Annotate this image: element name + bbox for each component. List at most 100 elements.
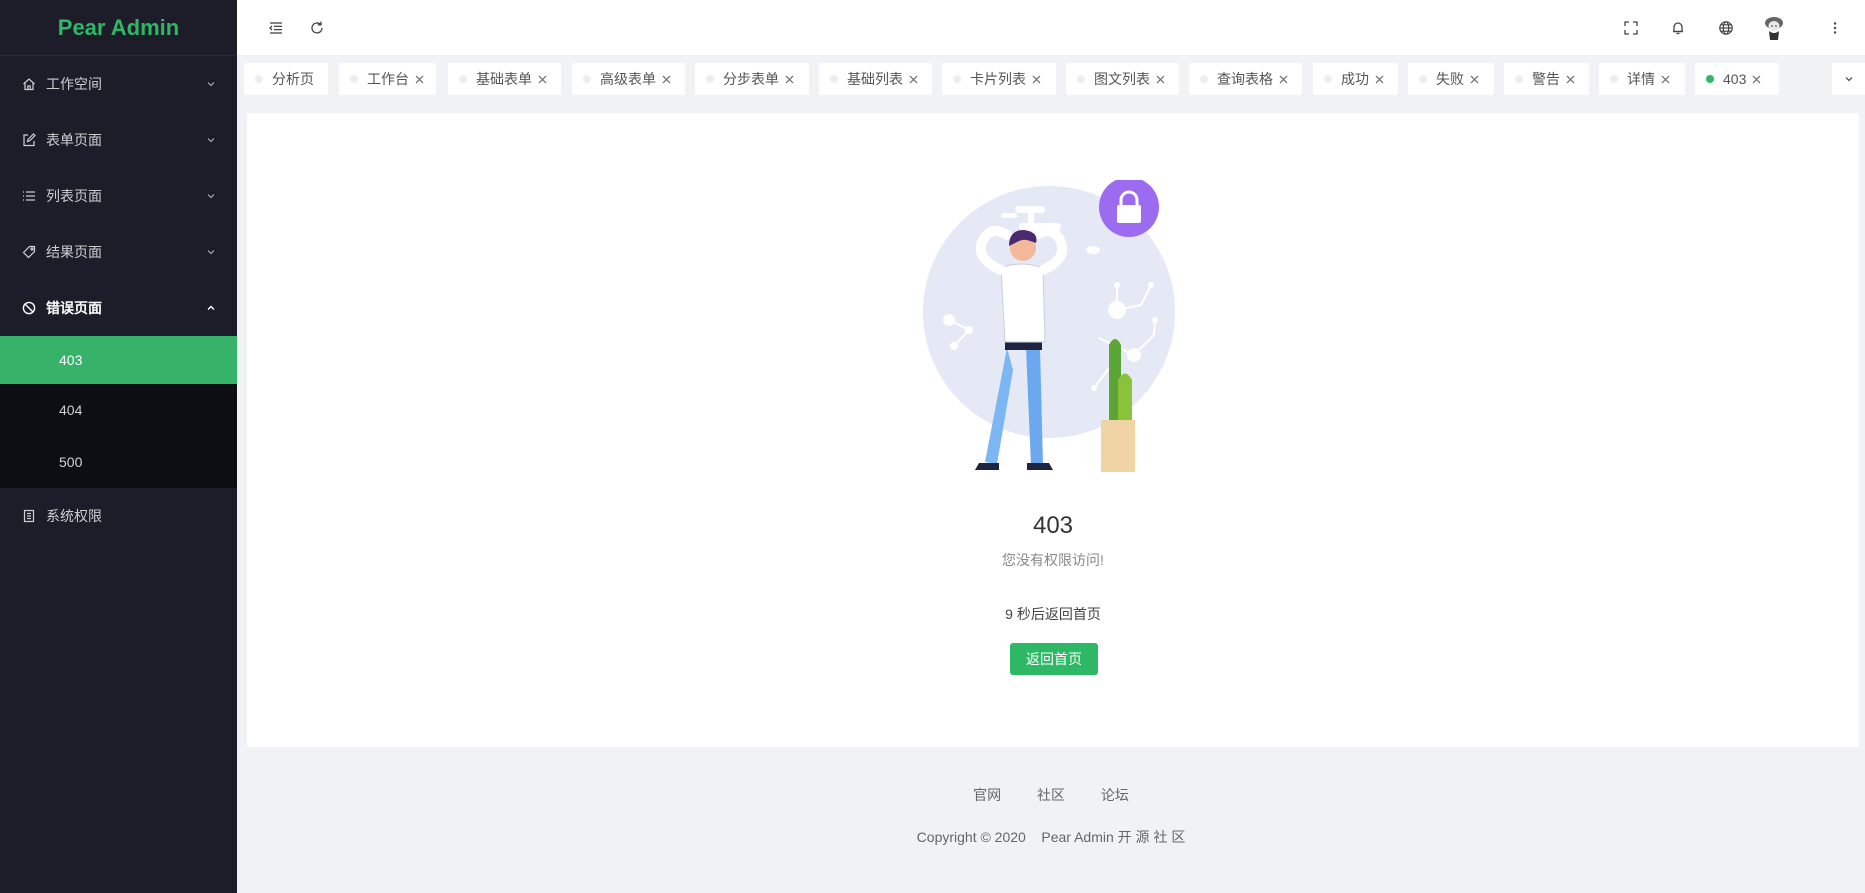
tab-analysis[interactable]: 分析页 (244, 63, 328, 95)
bell-icon[interactable] (1666, 16, 1690, 40)
close-icon[interactable] (661, 74, 672, 85)
tab-detail[interactable]: 详情 (1599, 63, 1685, 95)
sidebar-item-results[interactable]: 结果页面 (0, 224, 237, 280)
close-icon[interactable] (784, 74, 795, 85)
tab-image-list[interactable]: 图文列表 (1066, 63, 1179, 95)
chevron-down-icon (207, 82, 215, 87)
sidebar-item-label: 错误页面 (46, 300, 102, 316)
footer-link-community[interactable]: 社区 (1037, 787, 1065, 803)
globe-icon[interactable] (1714, 16, 1738, 40)
brand-logo[interactable]: Pear Admin (0, 0, 237, 56)
sidebar-item-403[interactable]: 403 (0, 336, 237, 384)
tab-status-dot (583, 75, 591, 83)
sidebar-item-500[interactable]: 500 (0, 436, 237, 488)
tab-label: 基础表单 (476, 71, 532, 87)
tab-label: 查询表格 (1217, 71, 1273, 87)
forbidden-icon (21, 300, 37, 316)
sidebar-item-label: 系统权限 (46, 508, 102, 524)
tab-status-dot (1200, 75, 1208, 83)
tab-card-list[interactable]: 卡片列表 (942, 63, 1056, 95)
sidebar-item-lists[interactable]: 列表页面 (0, 168, 237, 224)
tab-status-dot (1324, 75, 1332, 83)
tab-403[interactable]: 403 (1695, 63, 1779, 95)
tab-basic-form[interactable]: 基础表单 (448, 63, 561, 95)
copyright: Copyright © 2020 Pear Admin 开 源 社 区 (916, 829, 1186, 845)
tab-warning[interactable]: 警告 (1504, 63, 1589, 95)
tab-label: 分析页 (272, 71, 314, 87)
tab-basic-list[interactable]: 基础列表 (819, 63, 932, 95)
footer-links: 官网 社区 论坛 (237, 785, 1865, 805)
tab-advanced-form[interactable]: 高级表单 (572, 63, 685, 95)
sidebar-item-label: 结果页面 (46, 244, 102, 260)
sidebar: Pear Admin 工作空间 表单页面 列表页面 结果页面 错误页面 403 … (0, 0, 237, 893)
sidebar-item-forms[interactable]: 表单页面 (0, 112, 237, 168)
error-submenu: 403 404 500 (0, 336, 237, 488)
close-icon[interactable] (1374, 74, 1385, 85)
tab-label: 工作台 (367, 71, 409, 87)
tab-fail[interactable]: 失败 (1408, 63, 1494, 95)
home-icon (21, 76, 37, 92)
sidebar-item-workspace[interactable]: 工作空间 (0, 56, 237, 112)
sidebar-item-label: 工作空间 (46, 76, 102, 92)
footer-link-forum[interactable]: 论坛 (1101, 787, 1129, 803)
tab-status-dot (1077, 75, 1085, 83)
chevron-down-icon (207, 138, 215, 143)
fullscreen-icon[interactable] (1619, 16, 1643, 40)
tab-bar: 分析页 工作台 基础表单 高级表单 分步表单 基础列表 卡片列表 图文列表 查询… (237, 56, 1865, 104)
tab-label: 基础列表 (847, 71, 903, 87)
tab-label: 成功 (1341, 71, 1369, 87)
tab-workbench[interactable]: 工作台 (339, 63, 436, 95)
sidebar-item-label: 列表页面 (46, 188, 102, 204)
tab-status-dot (1419, 75, 1427, 83)
more-vertical-icon[interactable] (1823, 16, 1847, 40)
close-icon[interactable] (908, 74, 919, 85)
tab-label: 卡片列表 (970, 71, 1026, 87)
menu-collapse-icon[interactable] (264, 16, 288, 40)
sidebar-item-label: 表单页面 (46, 132, 102, 148)
tab-label: 详情 (1627, 71, 1655, 87)
error-card: 403 您没有权限访问! 9 秒后返回首页 返回首页 (247, 113, 1859, 747)
refresh-icon[interactable] (305, 16, 329, 40)
tab-status-dot (830, 75, 838, 83)
tab-status-dot (953, 75, 961, 83)
close-icon[interactable] (1565, 74, 1576, 85)
back-home-button[interactable]: 返回首页 (1010, 643, 1098, 675)
chevron-up-icon (207, 305, 215, 310)
document-icon (21, 508, 37, 524)
forbidden-illustration (923, 180, 1175, 472)
tab-label: 403 (1723, 71, 1747, 87)
redirect-countdown: 9 秒后返回首页 (1005, 606, 1101, 622)
chevron-down-icon (207, 194, 215, 199)
error-message: 您没有权限访问! (1002, 552, 1104, 568)
close-icon[interactable] (1751, 74, 1762, 85)
tab-step-form[interactable]: 分步表单 (695, 63, 809, 95)
close-icon[interactable] (414, 74, 425, 85)
tab-query-table[interactable]: 查询表格 (1189, 63, 1302, 95)
close-icon[interactable] (1278, 74, 1289, 85)
footer-link-official[interactable]: 官网 (973, 787, 1001, 803)
list-icon (21, 188, 37, 204)
sidebar-item-errors[interactable]: 错误页面 (0, 280, 237, 336)
tab-status-dot (1706, 75, 1714, 83)
tab-label: 高级表单 (600, 71, 656, 87)
close-icon[interactable] (1660, 74, 1671, 85)
chevron-down-icon (207, 250, 215, 255)
close-icon[interactable] (537, 74, 548, 85)
sidebar-item-404[interactable]: 404 (0, 384, 237, 436)
tab-dropdown-button[interactable] (1832, 63, 1865, 95)
chevron-down-icon (1845, 77, 1852, 82)
tag-icon (21, 244, 37, 260)
close-icon[interactable] (1031, 74, 1042, 85)
top-header (237, 0, 1865, 56)
tab-success[interactable]: 成功 (1313, 63, 1398, 95)
tab-label: 警告 (1532, 71, 1560, 87)
tab-status-dot (350, 75, 358, 83)
tab-label: 分步表单 (723, 71, 779, 87)
tab-status-dot (1515, 75, 1523, 83)
error-code: 403 (1032, 512, 1074, 539)
close-icon[interactable] (1469, 74, 1480, 85)
avatar[interactable] (1760, 14, 1788, 42)
sidebar-item-permissions[interactable]: 系统权限 (0, 488, 237, 544)
tab-label: 图文列表 (1094, 71, 1150, 87)
close-icon[interactable] (1155, 74, 1166, 85)
